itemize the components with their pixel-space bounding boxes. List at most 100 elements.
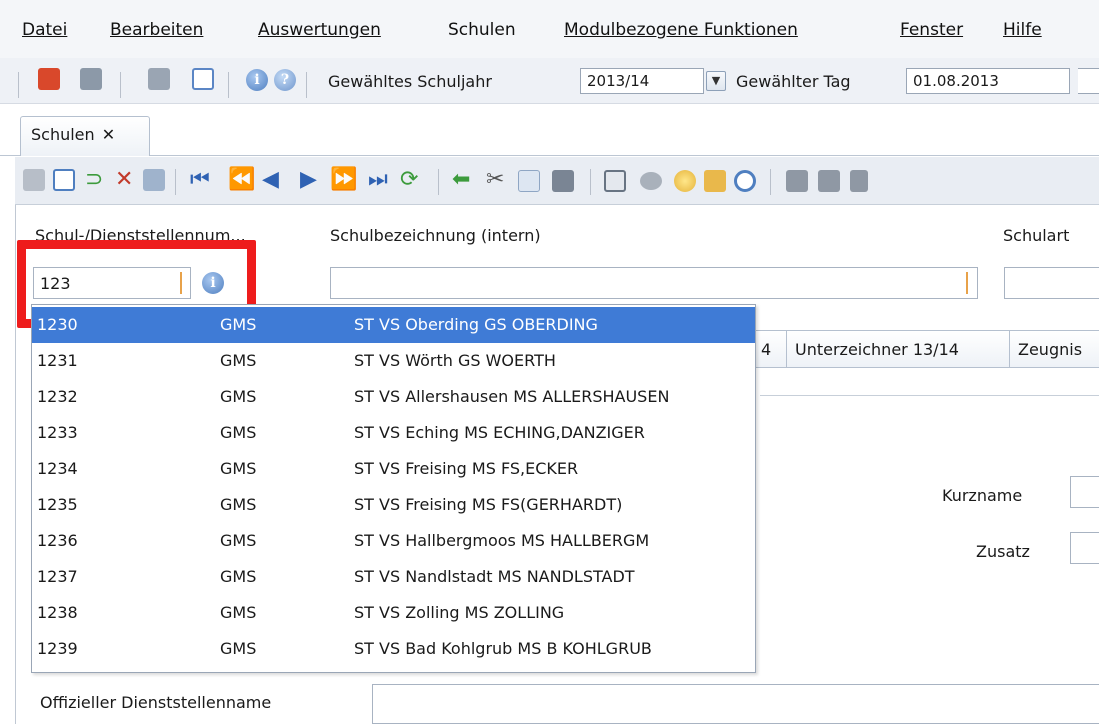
menu-modulbezogene-funktionen[interactable]: Modulbezogene Funktionen xyxy=(564,20,798,40)
lightbulb-icon[interactable] xyxy=(674,170,696,192)
list-item-type: GMS xyxy=(220,603,257,622)
list-item-name: ST VS Allershausen MS ALLERSHAUSEN xyxy=(354,387,670,406)
list-item[interactable]: 1231 GMS ST VS Wörth GS WOERTH xyxy=(32,343,755,379)
list-item-number: 1233 xyxy=(37,423,78,442)
books-icon[interactable] xyxy=(38,68,60,90)
schuljahr-select[interactable]: 2013/14 xyxy=(580,68,704,94)
print-icon[interactable] xyxy=(604,170,626,192)
zusatz-input[interactable] xyxy=(1070,532,1099,564)
bezeichnung-input[interactable] xyxy=(330,267,978,299)
save-icon[interactable] xyxy=(53,169,75,191)
bell-icon[interactable] xyxy=(704,170,726,192)
toolbar-separator xyxy=(438,169,439,195)
copy-icon[interactable] xyxy=(518,170,540,192)
list-item[interactable]: 1236 GMS ST VS Hallbergmoos MS HALLBERGM xyxy=(32,523,755,559)
alarm-clock-icon[interactable] xyxy=(734,170,756,192)
main-toolbar: i ? Gewähltes Schuljahr 2013/14 ▼ Gewähl… xyxy=(0,58,1099,104)
list-item-type: GMS xyxy=(220,567,257,586)
list-item[interactable]: 1234 GMS ST VS Freising MS FS,ECKER xyxy=(32,451,755,487)
book-stack-icon[interactable] xyxy=(818,170,840,192)
toolbar-separator xyxy=(120,72,121,98)
tab-strip xyxy=(0,104,1099,156)
schulart-input[interactable] xyxy=(1004,267,1099,299)
menu-hilfe[interactable]: Hilfe xyxy=(1003,20,1042,40)
fast-forward-icon[interactable]: ⏩ xyxy=(330,168,357,192)
list-item-type: GMS xyxy=(220,315,257,334)
list-item[interactable]: 1232 GMS ST VS Allershausen MS ALLERSHAU… xyxy=(32,379,755,415)
list-item[interactable]: 1239 GMS ST VS Bad Kohlgrub MS B KOHLGRU… xyxy=(32,631,755,667)
menu-schulen[interactable]: Schulen xyxy=(448,20,516,40)
list-item-number: 1231 xyxy=(37,351,78,370)
list-item-name: ST VS Wörth GS WOERTH xyxy=(354,351,556,370)
schulart-label: Schulart xyxy=(1003,226,1070,245)
list-item-name: ST VS Zolling MS ZOLLING xyxy=(354,603,565,622)
fast-back-icon[interactable]: ⏪ xyxy=(228,168,255,192)
bezeichnung-label: Schulbezeichnung (intern) xyxy=(330,226,541,245)
menu-fenster[interactable]: Fenster xyxy=(900,20,963,40)
tab-unterzeichner[interactable]: Unterzeichner 13/14 xyxy=(786,330,1010,368)
menu-auswertungen[interactable]: Auswertungen xyxy=(258,20,381,40)
toolbar-separator xyxy=(590,169,591,195)
form-icon[interactable] xyxy=(143,169,165,191)
copy-icon[interactable] xyxy=(148,68,170,90)
list-item-number: 1232 xyxy=(37,387,78,406)
list-item-type: GMS xyxy=(220,459,257,478)
list-item-number: 1238 xyxy=(37,603,78,622)
list-item-type: GMS xyxy=(220,639,257,658)
book-stack-icon[interactable] xyxy=(786,170,808,192)
list-item-type: GMS xyxy=(220,423,257,442)
menu-bearbeiten[interactable]: Bearbeiten xyxy=(110,20,203,40)
delete-icon[interactable]: ✕ xyxy=(115,169,137,191)
offiziell-input[interactable] xyxy=(372,684,1099,724)
preview-icon[interactable] xyxy=(640,172,662,190)
list-item[interactable]: 1237 GMS ST VS Nandlstadt MS NANDLSTADT xyxy=(32,559,755,595)
toolbar-separator xyxy=(306,72,307,98)
help-icon[interactable]: ? xyxy=(274,69,296,91)
toolbar-separator xyxy=(175,169,176,195)
list-item-name: ST VS Oberding GS OBERDING xyxy=(354,315,598,334)
last-record-icon[interactable]: ⏭ xyxy=(368,168,388,192)
previous-record-icon[interactable]: ◀ xyxy=(262,168,279,192)
tag-select[interactable]: 01.08.2013 xyxy=(906,68,1070,94)
list-item-type: GMS xyxy=(220,495,257,514)
list-item-number: 1235 xyxy=(37,495,78,514)
menu-datei[interactable]: Datei xyxy=(22,20,67,40)
tab-partial[interactable]: 4 xyxy=(752,330,787,368)
arrow-left-icon[interactable]: ⬅ xyxy=(452,168,470,192)
paste-icon[interactable] xyxy=(552,170,574,192)
info-icon[interactable]: i xyxy=(246,69,268,91)
tag-dropdown-button[interactable] xyxy=(1078,68,1099,94)
toolbar-separator xyxy=(18,72,19,98)
list-item-number: 1237 xyxy=(37,567,78,586)
first-record-icon[interactable]: ⏮ xyxy=(190,168,210,192)
window-icon[interactable] xyxy=(192,68,214,90)
list-item-name: ST VS Hallbergmoos MS HALLBERGM xyxy=(354,531,650,550)
next-record-icon[interactable]: ▶ xyxy=(300,168,317,192)
tab-zeugnis[interactable]: Zeugnis xyxy=(1009,330,1099,368)
arrow-icon[interactable] xyxy=(850,170,868,192)
tab-schulen[interactable]: Schulen ✕ xyxy=(20,116,150,156)
menu-bar: Datei Bearbeiten Auswertungen Schulen Mo… xyxy=(0,0,1099,58)
zusatz-label: Zusatz xyxy=(976,542,1030,561)
list-item-type: GMS xyxy=(220,531,257,550)
calculator-icon[interactable] xyxy=(80,68,102,90)
toolbar-separator xyxy=(228,72,229,98)
list-item[interactable]: 1230 GMS ST VS Oberding GS OBERDING xyxy=(32,307,755,343)
autocomplete-dropdown: 1230 GMS ST VS Oberding GS OBERDING 1231… xyxy=(31,304,756,673)
list-item-type: GMS xyxy=(220,351,257,370)
list-item-number: 1230 xyxy=(37,315,78,334)
list-item[interactable]: 1233 GMS ST VS Eching MS ECHING,DANZIGER xyxy=(32,415,755,451)
list-item-number: 1239 xyxy=(37,639,78,658)
list-item-type: GMS xyxy=(220,387,257,406)
refresh-icon[interactable]: ⟳ xyxy=(400,168,418,192)
cut-icon[interactable]: ✂ xyxy=(486,168,504,192)
list-item-name: ST VS Bad Kohlgrub MS B KOHLGRUB xyxy=(354,639,652,658)
new-record-icon[interactable] xyxy=(23,169,45,191)
close-icon[interactable]: ✕ xyxy=(102,125,115,144)
undo-icon[interactable]: ⊃ xyxy=(85,169,107,191)
chevron-down-icon[interactable]: ▼ xyxy=(706,71,726,91)
kurzname-input[interactable] xyxy=(1070,476,1099,508)
tab-schulen-label: Schulen xyxy=(31,125,95,144)
list-item[interactable]: 1238 GMS ST VS Zolling MS ZOLLING xyxy=(32,595,755,631)
list-item[interactable]: 1235 GMS ST VS Freising MS FS(GERHARDT) xyxy=(32,487,755,523)
